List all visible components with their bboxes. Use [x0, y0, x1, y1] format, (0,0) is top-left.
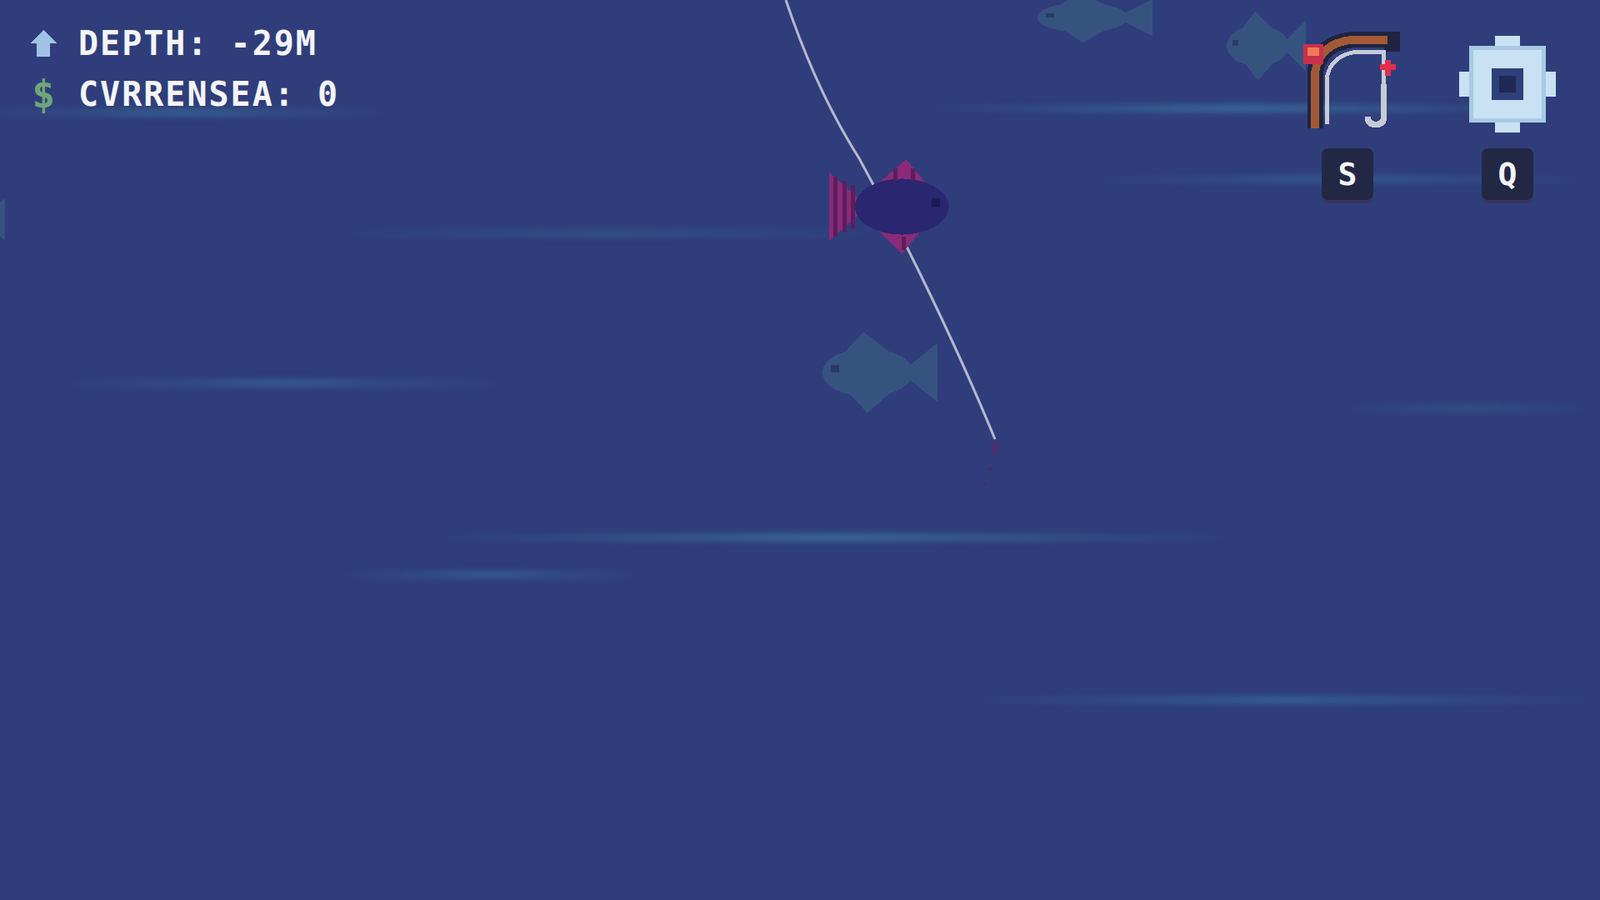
currency-label: CVRRENSEA: 0 [78, 75, 340, 113]
light-streak [958, 695, 1600, 705]
ocean-scene: DEPTH: -29M$CVRRENSEA: 0SQ [0, 0, 1600, 900]
fish[interactable] [0, 188, 9, 250]
rod-tool[interactable]: S [1295, 31, 1400, 200]
key-badge: Q [1481, 148, 1534, 200]
light-streak [416, 533, 1250, 542]
light-streak [1333, 404, 1600, 413]
hooked-fish[interactable] [825, 155, 962, 259]
toolbar: SQ [1295, 31, 1560, 200]
light-streak [333, 570, 650, 580]
light-streak [50, 379, 517, 388]
fish-icon [1025, 0, 1157, 45]
fish-icon [810, 328, 942, 417]
fishing-line [0, 0, 1600, 900]
currency-icon: $ [26, 75, 60, 114]
fish-icon [1218, 8, 1309, 84]
depth-readout: DEPTH: -29M [26, 25, 340, 62]
hook-icon[interactable] [983, 442, 1000, 485]
hud: DEPTH: -29M $ CVRRENSEA: 0 [26, 25, 340, 114]
key-badge: S [1321, 148, 1374, 200]
fish-icon [0, 188, 9, 250]
depth-arrow-icon [26, 26, 60, 60]
settings-tool[interactable]: Q [1455, 31, 1560, 200]
light-streak [316, 229, 900, 238]
gear-icon[interactable] [1455, 31, 1560, 137]
fish[interactable] [810, 328, 942, 417]
fish[interactable] [1218, 8, 1309, 84]
currency-readout: $ CVRRENSEA: 0 [26, 75, 340, 114]
fish[interactable] [1025, 0, 1157, 45]
depth-label: DEPTH: -29M [78, 25, 318, 62]
fish-icon [825, 155, 962, 259]
fishing-rod-icon[interactable] [1295, 31, 1400, 137]
